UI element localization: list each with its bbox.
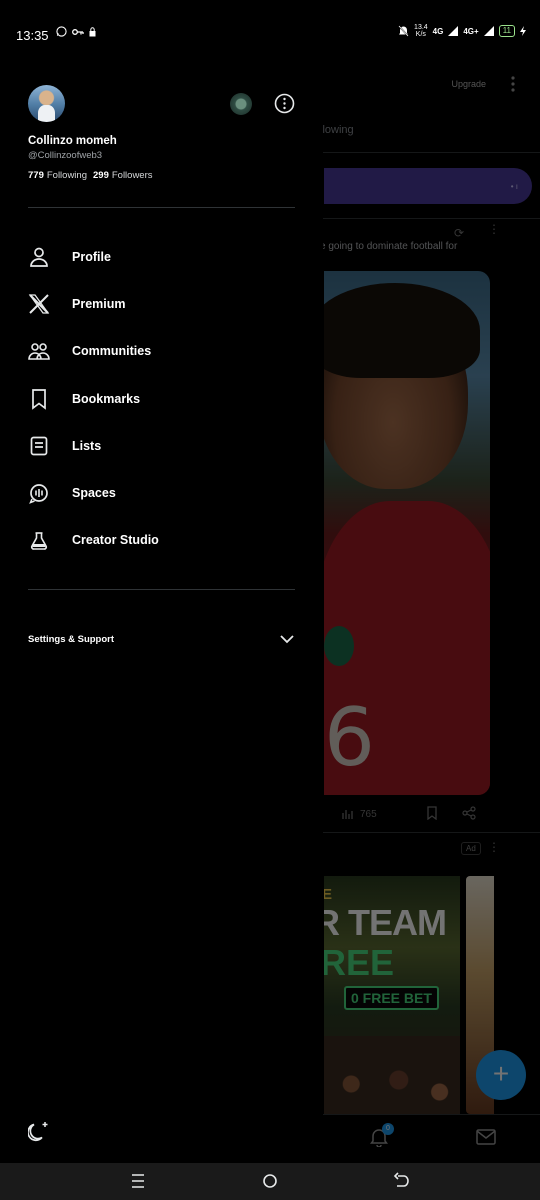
- status-left-icons: [56, 26, 96, 37]
- menu-item-premium[interactable]: Premium: [0, 280, 323, 327]
- following-count: 779: [28, 170, 44, 181]
- repost-icon[interactable]: ⟳: [454, 226, 464, 240]
- menu-item-lists[interactable]: Lists: [0, 422, 323, 469]
- timeline-divider: [322, 152, 540, 153]
- ad-line-2: R TEAM: [324, 902, 447, 943]
- status-time: 13:35: [16, 28, 49, 43]
- net-speed-unit: K/s: [415, 31, 426, 38]
- recent-apps-icon[interactable]: [129, 1172, 147, 1190]
- share-icon[interactable]: [462, 806, 476, 820]
- status-bar: 13:35 13.4 K/s 4G 4G+ 11: [0, 0, 540, 68]
- network-4g-plus-label: 4G+: [463, 26, 479, 36]
- followers-count: 299: [93, 170, 109, 181]
- drawer-divider-bottom: [28, 589, 295, 590]
- settings-support-label: Settings & Support: [28, 634, 115, 645]
- x-logo-icon: [28, 294, 50, 314]
- bookmark-icon: [32, 388, 46, 410]
- notification-badge: 0: [382, 1123, 394, 1135]
- menu-item-creator-studio[interactable]: Creator Studio: [0, 517, 323, 564]
- home-icon[interactable]: [261, 1172, 279, 1190]
- status-right-icons: 13.4 K/s 4G 4G+ 11: [398, 24, 526, 38]
- followers-link[interactable]: 299 Followers: [93, 170, 153, 181]
- ad-crowd: [324, 1036, 460, 1114]
- more-options-icon[interactable]: [274, 93, 295, 114]
- lock-icon: [89, 26, 96, 36]
- profile-handle: @Collinzoofweb3: [28, 150, 103, 161]
- lists-icon: [30, 436, 48, 456]
- net-speed: 13.4 K/s: [414, 24, 428, 38]
- back-icon[interactable]: [392, 1172, 410, 1190]
- menu-label-creator-studio: Creator Studio: [72, 533, 159, 548]
- ad-line-1: E: [324, 886, 333, 903]
- account-switch-avatar[interactable]: [230, 93, 252, 115]
- profile-name[interactable]: Collinzo momeh: [28, 135, 117, 147]
- timeline-background[interactable]: Upgrade llowing • ı ⟳ ⋮ e going to domin…: [296, 68, 540, 1163]
- ad-line-3: REE: [324, 942, 395, 983]
- person-icon: [30, 247, 48, 267]
- tab-following[interactable]: llowing: [320, 124, 354, 136]
- signal-icon-2: [483, 26, 494, 36]
- drawer-divider-top: [28, 207, 295, 208]
- banner-dots-icon: • ı: [510, 182, 518, 191]
- settings-support-toggle[interactable]: Settings & Support: [28, 631, 295, 651]
- side-drawer: Collinzo momeh @Collinzoofweb3 779 Follow…: [0, 68, 323, 1163]
- views-icon: [342, 810, 353, 819]
- overflow-menu-icon[interactable]: [508, 74, 518, 94]
- messages-icon[interactable]: [476, 1129, 496, 1145]
- promo-banner[interactable]: • ı: [324, 168, 532, 204]
- post-more-icon[interactable]: ⋮: [488, 222, 500, 236]
- ad-image[interactable]: E R TEAM REE 0 FREE BET: [324, 876, 460, 1114]
- menu-label-spaces: Spaces: [72, 486, 116, 501]
- chevron-down-icon: [280, 635, 294, 644]
- communities-icon: [28, 343, 50, 361]
- menu-label-lists: Lists: [72, 438, 102, 453]
- post-views[interactable]: 765: [342, 808, 377, 820]
- bottom-nav: 0: [296, 1114, 540, 1163]
- menu-label-bookmarks: Bookmarks: [72, 391, 141, 406]
- net-speed-value: 13.4: [414, 24, 428, 31]
- menu-item-spaces[interactable]: Spaces: [0, 469, 323, 516]
- menu-label-premium: Premium: [72, 296, 126, 311]
- views-count: 765: [360, 808, 377, 820]
- mute-icon: [398, 25, 409, 37]
- following-link[interactable]: 779 Following: [28, 170, 87, 181]
- upgrade-link[interactable]: Upgrade: [451, 79, 486, 89]
- timeline-divider-3: [322, 832, 540, 833]
- ad-more-icon[interactable]: ⋮: [488, 840, 500, 854]
- menu-item-profile[interactable]: Profile: [0, 233, 323, 280]
- spaces-icon: [29, 484, 48, 504]
- post-bookmark-icon[interactable]: [426, 806, 438, 820]
- system-nav-bar: [0, 1163, 540, 1200]
- post-text: e going to dominate football for: [320, 241, 458, 252]
- following-label: Following: [46, 170, 87, 181]
- key-icon: [72, 28, 84, 35]
- ad-free-bet: 0 FREE BET: [344, 986, 439, 1010]
- post-photo[interactable]: 6: [324, 271, 490, 795]
- compose-button[interactable]: +: [476, 1050, 526, 1100]
- timeline-divider-2: [322, 218, 540, 219]
- photo-hair: [324, 283, 480, 378]
- menu-item-bookmarks[interactable]: Bookmarks: [0, 375, 323, 422]
- dark-mode-icon[interactable]: [28, 1120, 50, 1142]
- avatar[interactable]: [28, 85, 65, 122]
- followers-label: Followers: [111, 170, 153, 181]
- creator-studio-icon: [30, 532, 48, 551]
- whatsapp-icon: [56, 26, 67, 37]
- signal-icon: [448, 26, 459, 36]
- menu-item-communities[interactable]: Communities: [0, 328, 323, 375]
- ad-badge: Ad: [461, 842, 481, 855]
- menu-label-communities: Communities: [72, 344, 152, 359]
- follow-counts: 779 Following 299 Followers: [28, 170, 153, 181]
- drawer-menu: Profile Premium Communities Bookmarks Li…: [0, 233, 323, 564]
- photo-crest: [324, 626, 354, 666]
- photo-jersey-number: 6: [324, 691, 375, 784]
- charging-icon: [520, 26, 526, 36]
- battery-indicator: 11: [498, 25, 515, 37]
- menu-label-profile: Profile: [72, 249, 111, 264]
- network-4g-label: 4G: [432, 26, 444, 36]
